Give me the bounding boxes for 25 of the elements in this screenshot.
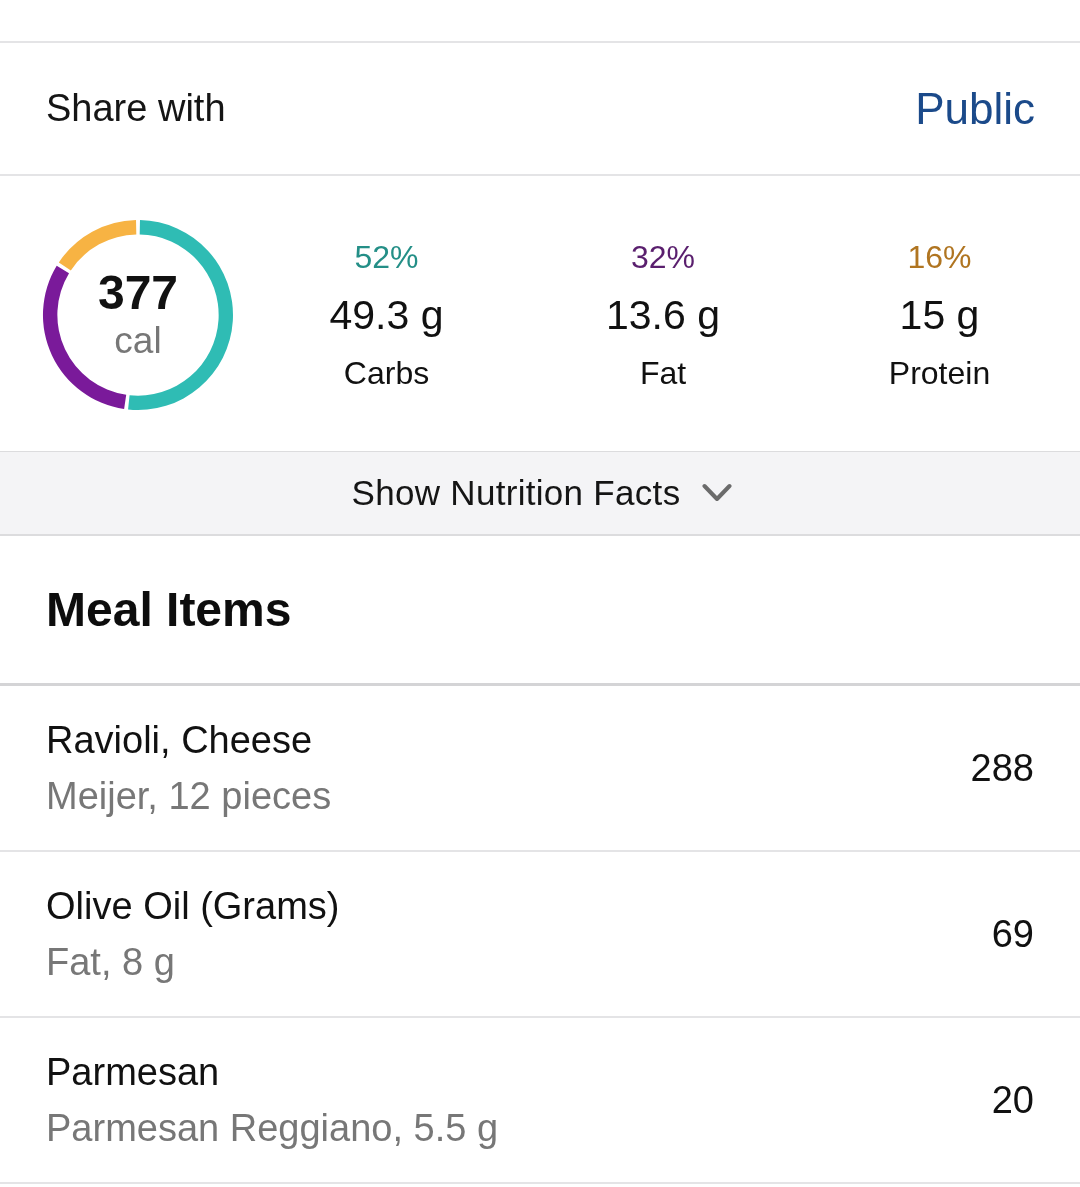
meal-item-name: Ravioli, Cheese bbox=[46, 718, 314, 763]
meal-item-detail: Parmesan Reggiano, 5.5 g bbox=[46, 1106, 499, 1151]
chevron-icon bbox=[702, 483, 733, 503]
meal-item-calories: 20 bbox=[991, 1078, 1034, 1122]
macro-percent: 52% bbox=[354, 237, 419, 277]
meal-item-calories: 69 bbox=[991, 912, 1034, 956]
macro-percent: 32% bbox=[630, 237, 695, 277]
meal-item-name: Olive Oil (Grams) bbox=[46, 884, 340, 929]
macro-amount: 15 g bbox=[899, 290, 980, 340]
share-audience-link[interactable]: Public bbox=[915, 83, 1035, 134]
meal-item-detail: Fat, 8 g bbox=[46, 940, 176, 985]
macro-percent: 16% bbox=[907, 237, 972, 277]
meal-item-detail: Meijer, 12 pieces bbox=[46, 774, 332, 819]
macro-label: Protein bbox=[888, 353, 991, 393]
macro-amount: 13.6 g bbox=[606, 290, 720, 340]
share-with-label: Share with bbox=[46, 87, 226, 130]
meal-item-calories: 288 bbox=[970, 746, 1034, 790]
macro-label: Carbs bbox=[343, 353, 430, 393]
macro-label: Fat bbox=[639, 353, 687, 393]
meal-items-heading: Meal Items bbox=[46, 582, 292, 637]
show-nutrition-facts-button[interactable]: Show Nutrition Facts bbox=[0, 451, 1080, 536]
calorie-total: 377 bbox=[97, 266, 179, 319]
calorie-unit: cal bbox=[114, 318, 162, 363]
meal-item-name: Parmesan bbox=[46, 1050, 221, 1095]
macro-amount: 49.3 g bbox=[329, 290, 444, 340]
